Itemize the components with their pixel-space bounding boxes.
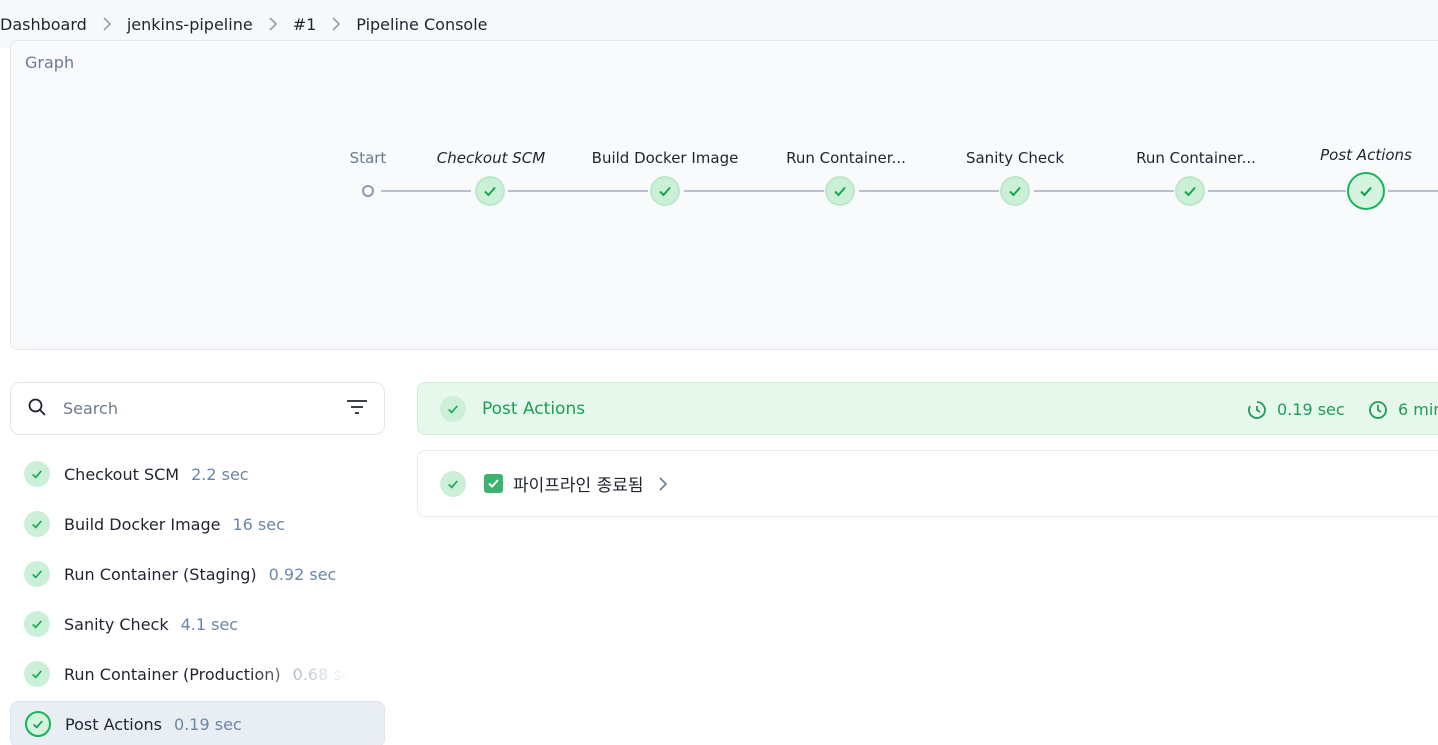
graph-node-label-build-docker: Build Docker Image xyxy=(591,149,739,167)
check-icon xyxy=(1009,186,1021,197)
graph-edge xyxy=(1208,190,1346,192)
step-text: 파이프라인 종료됨 xyxy=(513,476,644,496)
graph-node-run-production[interactable] xyxy=(1175,176,1205,206)
stage-duration: 2.2 sec xyxy=(191,464,249,484)
pipeline-graph: Graph Start Checkout SCM Build Docker Im… xyxy=(10,40,1438,350)
chevron-right-icon xyxy=(268,17,278,31)
stage-item-build-docker[interactable]: Build Docker Image 16 sec xyxy=(10,499,385,549)
graph-edge xyxy=(684,190,824,192)
stage-name: Run Container (Staging) xyxy=(64,564,257,584)
stage-started-text: 6 min xyxy=(1398,400,1438,419)
check-icon xyxy=(834,186,846,197)
graph-node-run-staging[interactable] xyxy=(825,176,855,206)
success-check-icon xyxy=(24,611,50,637)
stage-item-post-actions[interactable]: Post Actions 0.19 sec xyxy=(10,701,385,745)
stage-duration-meta: 0.19 sec xyxy=(1247,383,1345,436)
search-box xyxy=(10,382,385,435)
chevron-right-icon xyxy=(331,17,341,31)
stage-name: Sanity Check xyxy=(64,614,169,634)
check-icon xyxy=(1360,186,1372,197)
stage-item-run-production[interactable]: Run Container (Production) 0.68 sec xyxy=(10,649,350,699)
graph-label: Graph xyxy=(25,53,75,72)
check-icon xyxy=(484,186,496,197)
graph-node-build-docker[interactable] xyxy=(650,176,680,206)
stage-item-checkout-scm[interactable]: Checkout SCM 2.2 sec xyxy=(10,449,385,499)
graph-edge xyxy=(859,190,999,192)
graph-node-label-run-production: Run Container... xyxy=(1136,149,1256,167)
success-check-icon xyxy=(24,511,50,537)
search-input[interactable] xyxy=(63,399,346,418)
clock-icon xyxy=(1369,400,1387,419)
stage-duration: 0.68 sec xyxy=(292,664,350,684)
stage-name: Run Container (Production) xyxy=(64,664,281,684)
success-check-icon xyxy=(24,661,50,687)
chevron-right-icon xyxy=(102,17,112,31)
graph-node-post-actions[interactable] xyxy=(1347,172,1385,210)
graph-node-label-run-staging: Run Container... xyxy=(786,149,906,167)
chevron-right-icon xyxy=(658,476,668,492)
start-node xyxy=(362,185,374,197)
breadcrumb-build[interactable]: #1 xyxy=(293,15,317,34)
breadcrumb-current: Pipeline Console xyxy=(356,14,488,34)
stage-name: Build Docker Image xyxy=(64,514,221,534)
success-check-icon xyxy=(440,395,466,422)
stage-duration: 4.1 sec xyxy=(180,614,239,634)
check-icon xyxy=(659,186,671,197)
checkbox-emoji-icon xyxy=(484,474,503,493)
success-check-icon xyxy=(25,711,51,737)
graph-node-label-post-actions: Post Actions xyxy=(1320,146,1412,164)
success-check-icon xyxy=(440,470,466,497)
graph-edge xyxy=(1034,190,1174,192)
graph-node-checkout-scm[interactable] xyxy=(475,176,505,206)
graph-edge xyxy=(381,190,471,192)
success-check-icon xyxy=(24,561,50,587)
stage-duration: 16 sec xyxy=(232,514,285,534)
graph-edge xyxy=(1388,190,1438,192)
check-icon xyxy=(1184,186,1196,197)
search-icon xyxy=(27,397,47,421)
stage-started-meta: 6 min xyxy=(1368,383,1438,436)
stage-list: Checkout SCM 2.2 sec Build Docker Image … xyxy=(10,449,385,745)
stage-name: Post Actions xyxy=(65,714,163,734)
timer-icon xyxy=(1248,400,1266,419)
breadcrumb-job[interactable]: jenkins-pipeline xyxy=(127,15,253,34)
stage-item-run-staging[interactable]: Run Container (Staging) 0.92 sec xyxy=(10,549,385,599)
stage-duration-text: 0.19 sec xyxy=(1277,400,1345,419)
stage-name: Checkout SCM xyxy=(64,464,180,484)
stage-duration: 0.19 sec xyxy=(174,714,242,734)
graph-start-label: Start xyxy=(349,149,387,167)
stage-duration: 0.92 sec xyxy=(268,564,337,584)
graph-node-label-sanity-check: Sanity Check xyxy=(965,149,1065,167)
stage-detail-header: Post Actions 0.19 sec 6 min xyxy=(417,382,1438,435)
breadcrumb-dashboard[interactable]: Dashboard xyxy=(0,15,87,34)
filter-icon[interactable] xyxy=(346,398,368,420)
graph-node-label-checkout-scm: Checkout SCM xyxy=(436,149,546,167)
stage-detail-title: Post Actions xyxy=(482,398,586,419)
success-check-icon xyxy=(24,461,50,487)
graph-edge xyxy=(508,190,648,192)
step-row[interactable]: 파이프라인 종료됨 xyxy=(417,450,1438,517)
graph-node-sanity-check[interactable] xyxy=(1000,176,1030,206)
stage-item-sanity-check[interactable]: Sanity Check 4.1 sec xyxy=(10,599,385,649)
